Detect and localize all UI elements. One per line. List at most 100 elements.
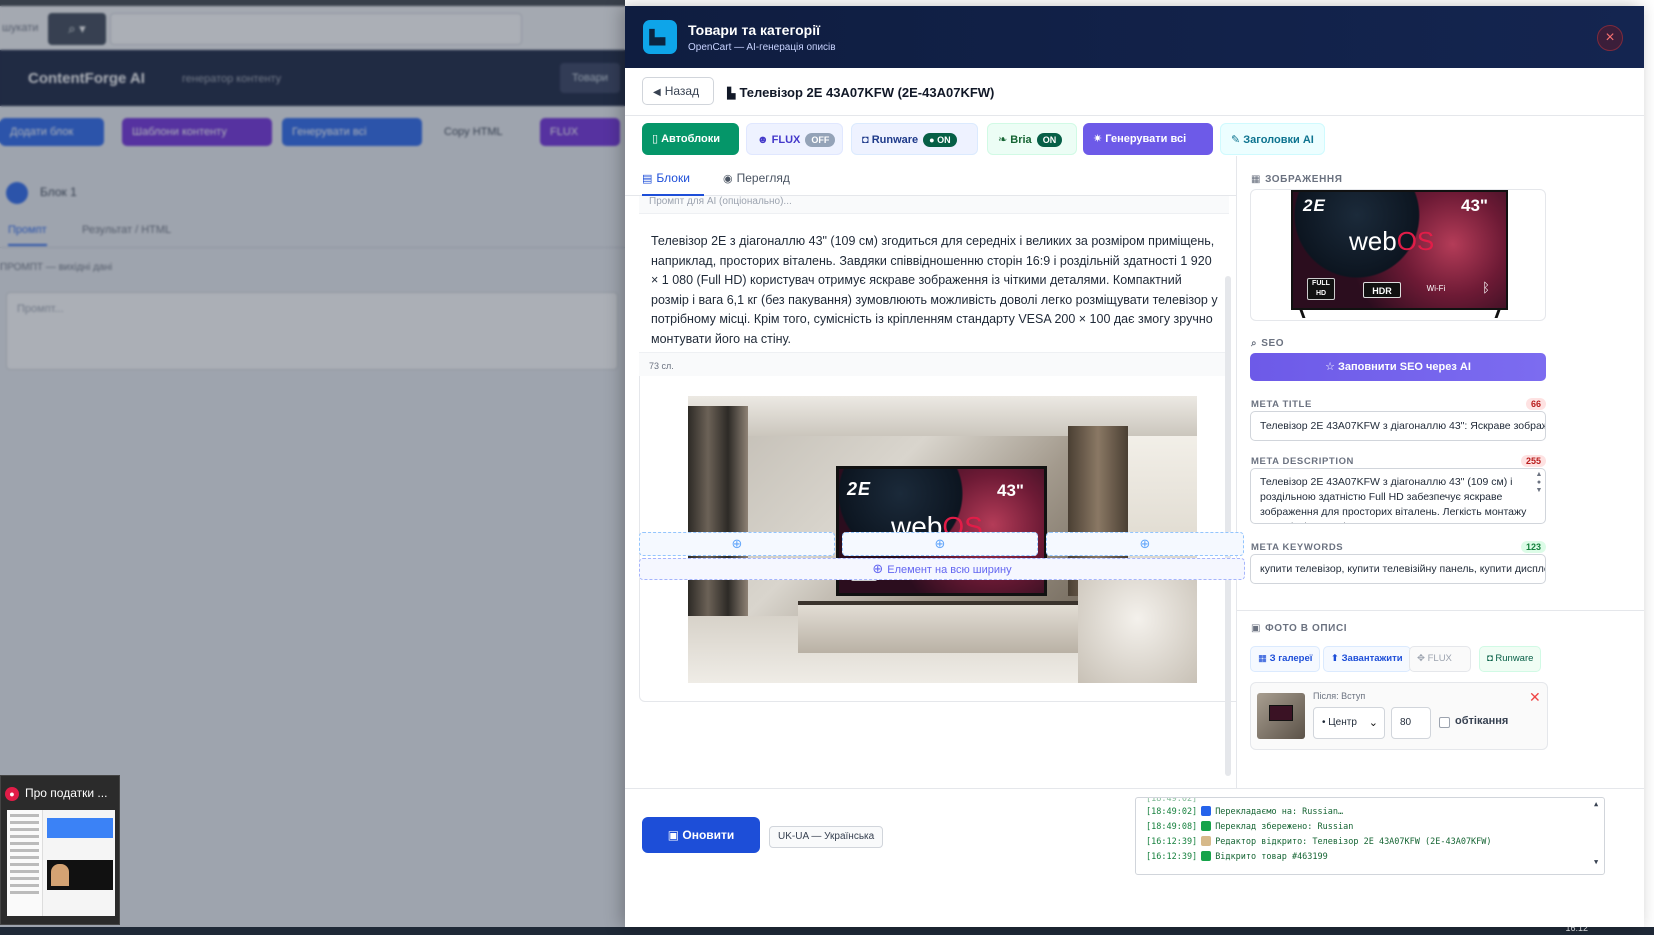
language-badge[interactable]: UK-UA — Українська: [769, 826, 884, 848]
thumb-wifi-icon: Wi-Fi: [1426, 284, 1446, 293]
bria-label: Bria: [1010, 134, 1032, 146]
image-section-label: ЗОБРАЖЕННЯ: [1265, 174, 1343, 185]
camera-icon: ▣: [1251, 623, 1262, 634]
back-arrow-icon: ◀: [653, 87, 661, 98]
meta-keywords-label: META KEYWORDS: [1251, 542, 1344, 553]
seo-section-label: SEO: [1261, 338, 1285, 349]
editor-icon: [1201, 836, 1212, 846]
log-time: [18:49:08]: [1146, 822, 1198, 832]
photo-section-label: ФОТО В ОПИСІ: [1265, 623, 1348, 634]
thumb-os-a: web: [1349, 226, 1397, 256]
document-icon: ▤: [642, 173, 653, 185]
add-element-col1[interactable]: ⊕: [639, 532, 835, 556]
meta-description-text: Телевізор 2E 43A07KFW з діагоналлю 43" (…: [1260, 476, 1527, 523]
add-element-col2[interactable]: ⊕: [842, 532, 1038, 556]
log-time: [16:12:39]: [1146, 837, 1198, 847]
tab-preview[interactable]: ◉ Перегляд: [723, 171, 790, 185]
tv-size: 43": [997, 481, 1024, 500]
block-description-text[interactable]: Телевізор 2E з діагоналлю 43" (109 см) з…: [651, 232, 1221, 350]
generate-all-label: Генерувати всі: [1105, 133, 1187, 145]
thumb-badge-hdr: HDR: [1363, 282, 1401, 298]
meta-description-label: META DESCRIPTION: [1251, 456, 1355, 467]
check-icon: [1201, 851, 1212, 861]
tv-leg: [1489, 310, 1501, 318]
from-gallery-button[interactable]: ▦ З галереї: [1250, 646, 1321, 672]
remove-photo-icon[interactable]: ✕: [1529, 689, 1541, 706]
thumb-brand: 2E: [1303, 196, 1326, 215]
upload-button[interactable]: ⬆ Завантажити: [1323, 646, 1411, 672]
plus-circle-icon: ⊕: [872, 561, 884, 576]
log-text: Переклад збережено: Russian: [1215, 822, 1354, 832]
modal-title: Товари та категорії: [688, 22, 821, 38]
word-count: 73 сл.: [639, 352, 1229, 376]
thumb-bluetooth-icon: ᛒ: [1482, 280, 1490, 295]
log-scrollbar[interactable]: ▲ ▼: [1594, 800, 1602, 874]
photo-flux-button[interactable]: ✥ FLUX: [1409, 646, 1471, 672]
log-time: [16:12:39]: [1146, 852, 1198, 862]
log-text: Редактор відкрито: Телевізор 2E 43A07KFW…: [1215, 837, 1492, 847]
add-full-width-element[interactable]: ⊕ Елемент на всю ширину: [639, 558, 1245, 580]
log-line: [18:49:08] Переклад збережено: Russian: [1146, 821, 1353, 832]
runware-icon: ◘: [862, 134, 872, 146]
tab-blocks-label: Блоки: [656, 171, 690, 185]
product-row: ◀ Назад ▙ Телевізор 2E 43A07KFW (2E-43A07K…: [625, 68, 1644, 116]
ai-headings-button[interactable]: ✎ Заголовки AI: [1220, 123, 1325, 155]
close-icon[interactable]: ×: [1597, 25, 1623, 51]
runware-state-badge: ● ON: [923, 133, 957, 148]
photo-align-select[interactable]: • Центр ⌄: [1313, 707, 1385, 739]
screen: шукати ⌕ ▾ ContentForge AI генератор кон…: [0, 0, 1654, 935]
autoblocks-button[interactable]: ▯ Автоблоки: [642, 123, 739, 155]
photo-align-value: • Центр: [1322, 717, 1357, 728]
thumb-os-b: OS: [1396, 226, 1435, 256]
wrap-checkbox-label: обтікання: [1455, 715, 1509, 727]
log-time: [18:49:02]: [1146, 807, 1198, 817]
flux-label: FLUX: [771, 134, 801, 146]
meta-title-input[interactable]: Телевізор 2E 43A07KFW з діагоналлю 43": …: [1250, 411, 1546, 441]
check-icon: [1201, 821, 1212, 831]
leaf-icon: ❧: [998, 134, 1011, 146]
blocks-panel: Промпт для AI (опціонально)... Телевізор…: [625, 196, 1236, 788]
plus-circle-icon: ⊕: [731, 536, 743, 551]
back-button[interactable]: ◀ Назад: [642, 77, 714, 105]
translate-icon: [1201, 806, 1212, 816]
log-line: [16:12:39] Відкрито товар #463199: [1146, 851, 1328, 862]
log-text: Перекладаємо на: Russian…: [1215, 807, 1344, 817]
blocks-scrollbar[interactable]: [1225, 276, 1231, 776]
editor-tabs: ▤ Блоки ◉ Перегляд: [625, 162, 1236, 196]
meta-keywords-input[interactable]: купити телевізор, купити телевізійну пан…: [1250, 554, 1546, 584]
chevron-down-icon: ⌄: [1368, 717, 1378, 729]
wrap-checkbox[interactable]: [1439, 717, 1450, 728]
taskbar-preview-thumbnail: [7, 810, 115, 916]
add-element-col3[interactable]: ⊕: [1046, 532, 1244, 556]
image-section-title: ▦ ЗОБРАЖЕННЯ: [1251, 174, 1343, 185]
log-line: [18:49:02]: [1146, 798, 1197, 804]
meta-title-count: 66: [1525, 398, 1546, 410]
fill-seo-ai-button[interactable]: ☆ Заповнити SEO через AI: [1250, 353, 1546, 381]
meta-title-label: META TITLE: [1251, 399, 1312, 410]
modal-logo-icon: ▙▖: [643, 20, 677, 54]
bria-toggle[interactable]: ❧ Bria ON: [987, 123, 1077, 155]
eye-icon: ◉: [723, 173, 733, 185]
tv-brand: 2E: [847, 479, 872, 499]
flux-toggle[interactable]: ☻ FLUX OFF: [746, 123, 843, 155]
tv-icon: ▙: [727, 88, 736, 100]
textarea-scrollbar[interactable]: ▲ ● ▼: [1535, 471, 1543, 511]
photo-width-input[interactable]: 80: [1391, 707, 1431, 739]
ai-prompt-input[interactable]: Промпт для AI (опціонально)...: [639, 196, 1229, 214]
photo-runware-button[interactable]: ◘ Runware: [1479, 646, 1542, 672]
update-button[interactable]: ▣ Оновити: [642, 817, 760, 853]
product-image[interactable]: 2E 43" webOS FULL HD HDR Wi-Fi ᛒ: [1250, 189, 1546, 321]
right-panel: ▦ ЗОБРАЖЕННЯ 2E 43" webOS FULL HD HDR Wi-…: [1237, 156, 1644, 788]
runware-toggle[interactable]: ◘ Runware ● ON: [851, 123, 978, 155]
taskbar-window-preview[interactable]: ● Про податки ...: [0, 775, 120, 925]
photo-thumbnail[interactable]: [1257, 693, 1305, 739]
log-line: [18:49:02] Перекладаємо на: Russian…: [1146, 806, 1343, 817]
tab-blocks[interactable]: ▤ Блоки: [642, 171, 704, 196]
activity-log[interactable]: [18:49:02] [18:49:02] Перекладаємо на: Ru…: [1135, 797, 1605, 875]
generate-all-button[interactable]: ✷ Генерувати всі: [1083, 123, 1213, 155]
update-label: Оновити: [682, 828, 735, 842]
thumb-size: 43": [1461, 196, 1488, 215]
meta-description-textarea[interactable]: Телевізор 2E 43A07KFW з діагоналлю 43" (…: [1250, 468, 1546, 524]
log-line: [16:12:39] Редактор відкрито: Телевізор 2…: [1146, 836, 1492, 847]
plus-circle-icon: ⊕: [1139, 536, 1151, 551]
